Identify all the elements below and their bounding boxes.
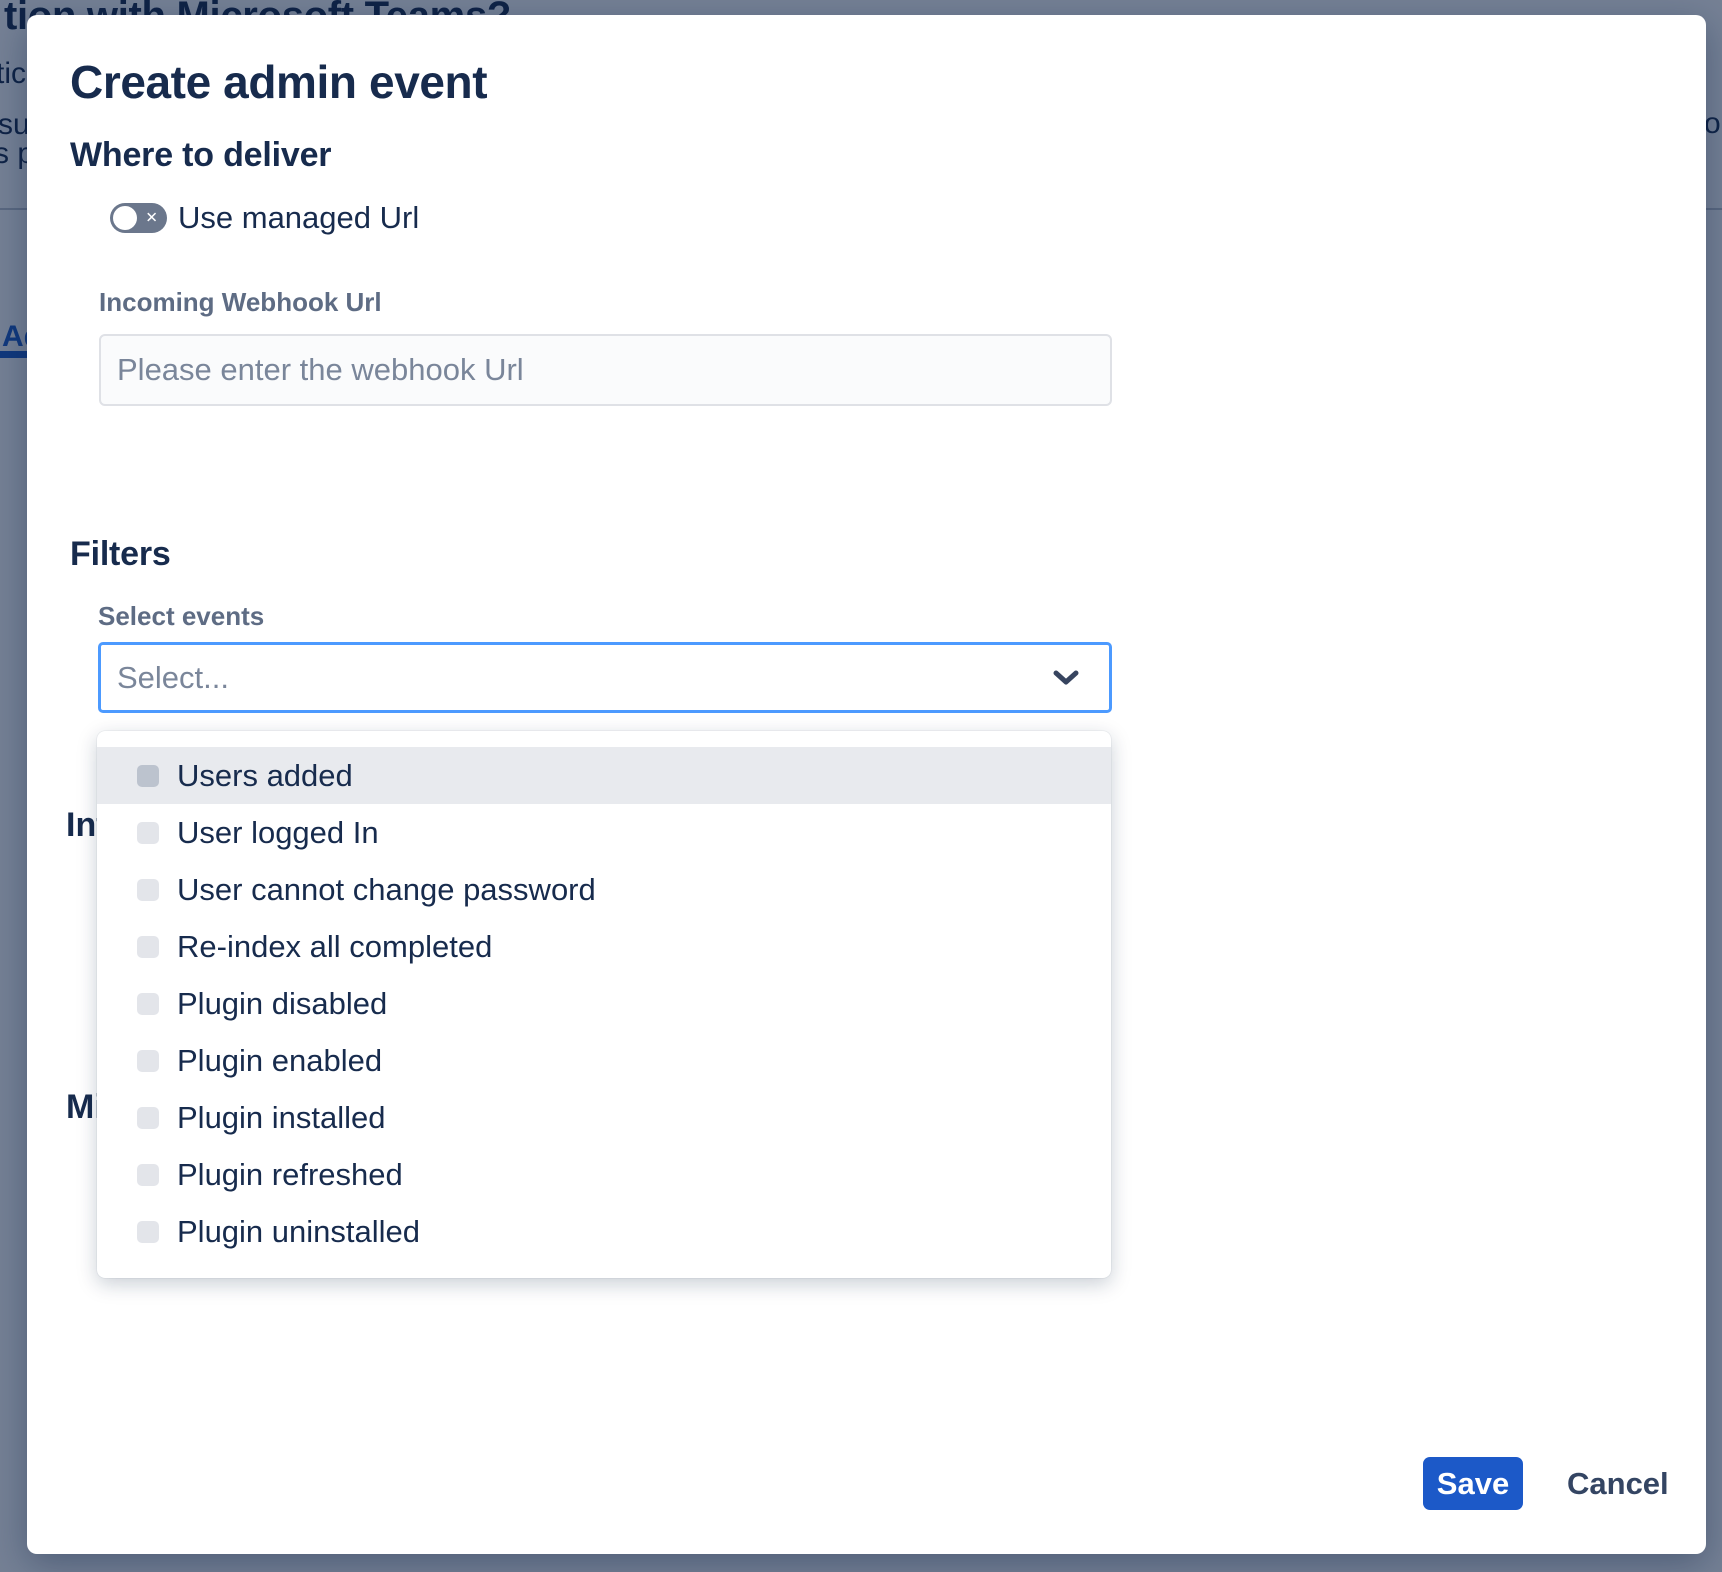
webhook-url-input[interactable] [99, 334, 1112, 406]
dropdown-option-plugin-uninstalled[interactable]: Plugin uninstalled [97, 1203, 1111, 1260]
chevron-down-icon [1051, 668, 1081, 688]
checkbox-icon [137, 1107, 159, 1129]
checkbox-icon [137, 936, 159, 958]
filters-heading: Filters [70, 535, 171, 574]
checkbox-icon [137, 1164, 159, 1186]
dropdown-option-plugin-disabled[interactable]: Plugin disabled [97, 975, 1111, 1032]
checkbox-icon [137, 1221, 159, 1243]
dropdown-option-user-cannot-change-password[interactable]: User cannot change password [97, 861, 1111, 918]
checkbox-icon [137, 879, 159, 901]
checkbox-icon [137, 993, 159, 1015]
dropdown-option-plugin-installed[interactable]: Plugin installed [97, 1089, 1111, 1146]
managed-url-toggle[interactable]: ✕ [110, 203, 167, 233]
dropdown-option-user-logged-in[interactable]: User logged In [97, 804, 1111, 861]
where-to-deliver-heading: Where to deliver [70, 136, 331, 175]
dropdown-option-users-added[interactable]: Users added [97, 747, 1111, 804]
select-events-label: Select events [98, 601, 264, 632]
select-events-dropdown-menu: Users added User logged In User cannot c… [97, 731, 1111, 1278]
save-button[interactable]: Save [1423, 1457, 1523, 1510]
select-events-control[interactable]: Select... [98, 642, 1112, 713]
checkbox-icon [137, 822, 159, 844]
dropdown-option-plugin-refreshed[interactable]: Plugin refreshed [97, 1146, 1111, 1203]
create-admin-event-modal: Create admin event Where to deliver ✕ Us… [27, 15, 1706, 1554]
managed-url-toggle-label: Use managed Url [178, 200, 419, 236]
webhook-url-label: Incoming Webhook Url [99, 287, 382, 318]
dropdown-option-reindex-all-completed[interactable]: Re-index all completed [97, 918, 1111, 975]
select-placeholder: Select... [117, 660, 1051, 696]
checkbox-icon [137, 1050, 159, 1072]
modal-title: Create admin event [70, 55, 487, 109]
toggle-off-x-icon: ✕ [145, 211, 158, 226]
cancel-button[interactable]: Cancel [1557, 1457, 1679, 1510]
dropdown-option-plugin-enabled[interactable]: Plugin enabled [97, 1032, 1111, 1089]
toggle-knob [113, 206, 137, 230]
checkbox-icon [137, 765, 159, 787]
